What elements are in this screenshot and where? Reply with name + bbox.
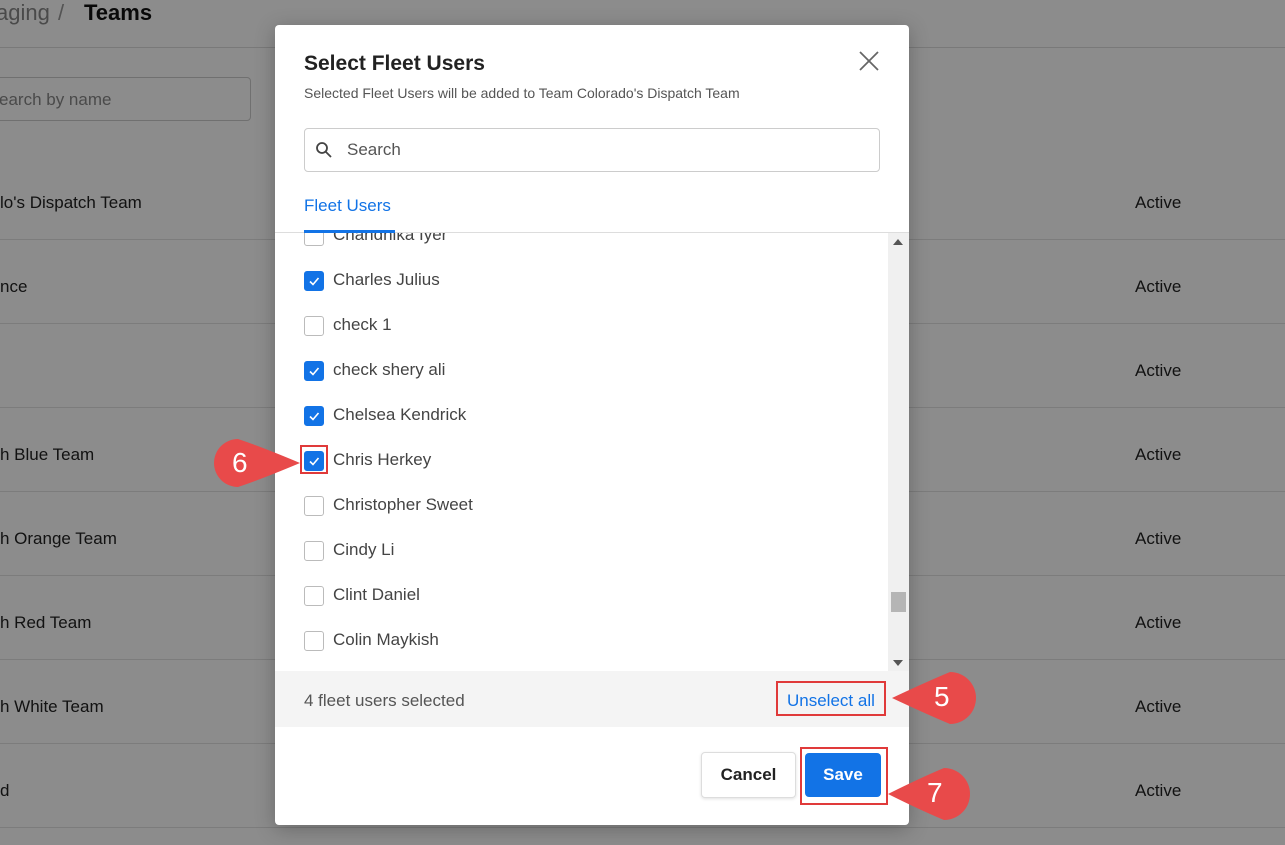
fleet-user-item[interactable]: Cindy Li [304, 538, 864, 562]
scroll-up-arrow[interactable] [893, 239, 903, 245]
fleet-user-name: Chelsea Kendrick [333, 405, 467, 424]
fleet-user-checkbox[interactable] [304, 541, 324, 561]
fleet-user-name: check 1 [333, 315, 392, 334]
fleet-user-checkbox[interactable] [304, 233, 324, 246]
fleet-user-name: Colin Maykish [333, 630, 439, 649]
fleet-user-checkbox[interactable] [304, 361, 324, 381]
scroll-thumb[interactable] [891, 592, 906, 612]
selected-count: 4 fleet users selected [304, 691, 465, 710]
fleet-user-item[interactable]: Christopher Sweet [304, 493, 864, 517]
search-input[interactable] [347, 137, 867, 163]
fleet-user-name: Chris Herkey [333, 450, 432, 469]
fleet-user-checkbox[interactable] [304, 406, 324, 426]
highlight-unselect-all [776, 681, 886, 716]
callout-7-number: 7 [927, 777, 943, 808]
callout-step-7: 7 [886, 766, 974, 822]
fleet-user-item[interactable]: Chris Herkey [304, 448, 864, 472]
fleet-user-item[interactable]: check shery ali [304, 358, 864, 382]
check-icon [309, 412, 320, 421]
cancel-button[interactable]: Cancel [701, 752, 796, 798]
callout-step-6: 6 [212, 437, 302, 489]
fleet-user-checkbox[interactable] [304, 496, 324, 516]
fleet-user-item[interactable]: Charles Julius [304, 268, 864, 292]
close-icon [859, 51, 879, 71]
fleet-user-name: Charles Julius [333, 270, 440, 289]
fleet-user-item[interactable]: check 1 [304, 313, 864, 337]
highlight-chris-checkbox [300, 445, 328, 474]
fleet-user-item[interactable]: Chelsea Kendrick [304, 403, 864, 427]
fleet-user-item[interactable]: Clint Daniel [304, 583, 864, 607]
tab-fleet-users[interactable]: Fleet Users [304, 196, 391, 216]
fleet-user-list: Chandhika Iyer Charles Julius check 1 check… [275, 233, 909, 671]
fleet-user-item[interactable]: Chandhika Iyer [304, 233, 864, 247]
search-icon [316, 142, 332, 158]
fleet-user-item[interactable]: Colin Maykish [304, 628, 864, 652]
check-icon [309, 277, 320, 286]
modal-title: Select Fleet Users [304, 52, 485, 75]
highlight-save-button [800, 747, 888, 805]
callout-6-shape [214, 439, 300, 487]
fleet-user-checkbox[interactable] [304, 316, 324, 336]
check-icon [309, 367, 320, 376]
callout-6-number: 6 [232, 447, 248, 478]
scroll-down-arrow[interactable] [893, 660, 903, 666]
fleet-user-checkbox[interactable] [304, 586, 324, 606]
close-button[interactable] [857, 49, 881, 73]
modal-subtitle: Selected Fleet Users will be added to Te… [304, 85, 740, 101]
callout-5-number: 5 [934, 681, 950, 712]
fleet-user-checkbox[interactable] [304, 271, 324, 291]
fleet-user-name: check shery ali [333, 360, 446, 379]
fleet-user-name: Chandhika Iyer [333, 233, 448, 244]
fleet-user-name: Clint Daniel [333, 585, 420, 604]
list-scrollbar[interactable] [888, 233, 909, 671]
fleet-user-checkbox[interactable] [304, 631, 324, 651]
fleet-user-name: Cindy Li [333, 540, 395, 559]
fleet-user-name: Christopher Sweet [333, 495, 473, 514]
fleet-user-search[interactable] [304, 128, 880, 172]
callout-step-5: 5 [890, 670, 978, 726]
